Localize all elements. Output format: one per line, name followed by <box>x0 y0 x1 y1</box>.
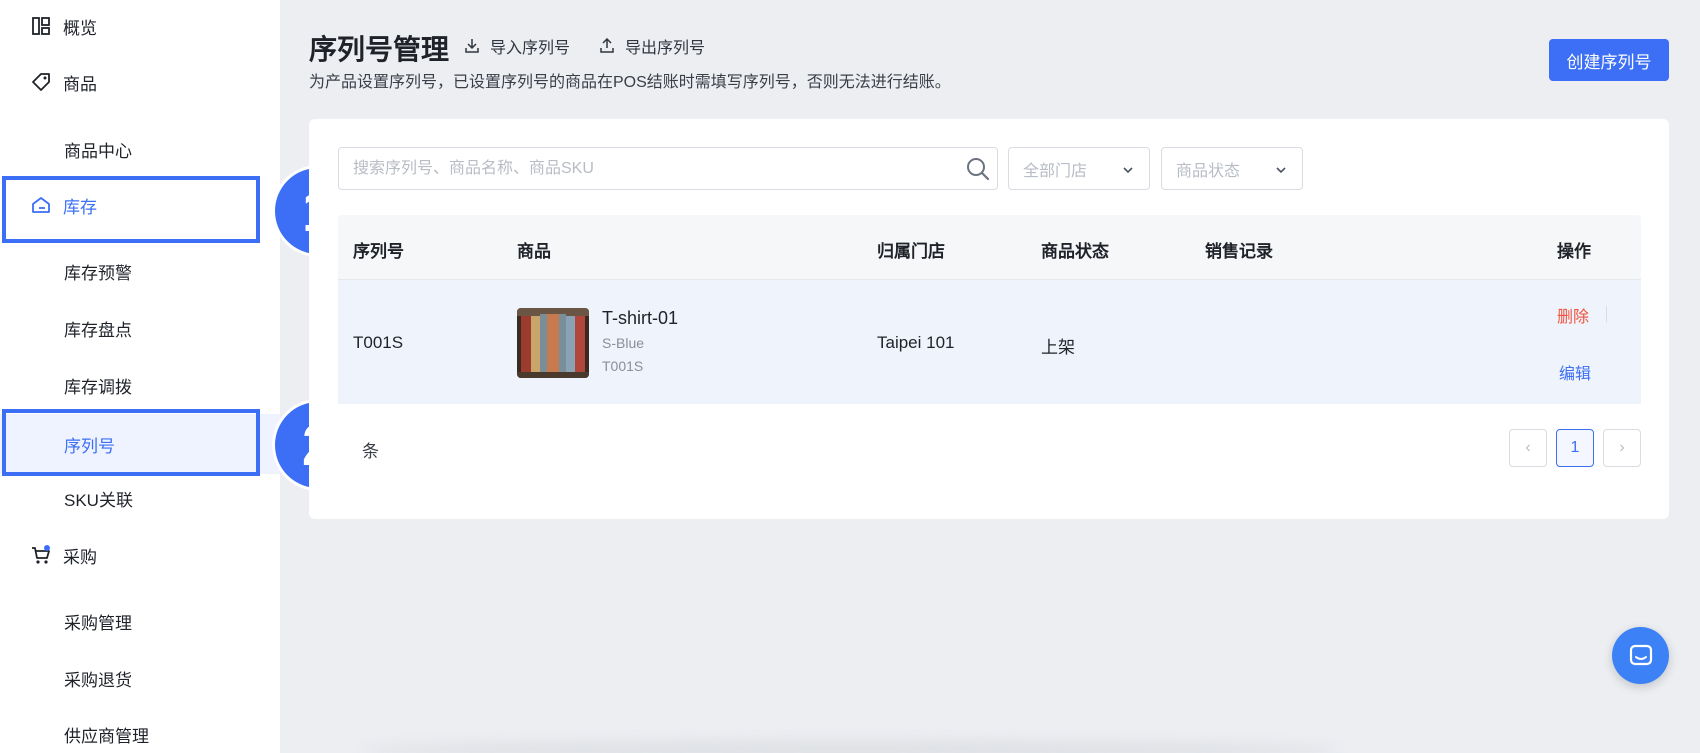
store-cell: Taipei 101 <box>877 333 955 352</box>
next-page-button[interactable]: › <box>1603 429 1641 467</box>
sidebar-item-label: 库存调拨 <box>64 377 132 397</box>
sidebar-item-purchase[interactable]: 采购 <box>0 535 280 575</box>
sidebar-item-label: 序列号 <box>64 436 115 456</box>
search-icon[interactable] <box>965 156 991 187</box>
action-divider <box>1606 306 1607 322</box>
product-sku: T001S <box>602 358 644 374</box>
product-thumbnail <box>517 308 589 378</box>
sidebar-item-label: 采购 <box>63 547 97 567</box>
export-label: 导出序列号 <box>625 40 706 57</box>
column-header-store: 归属门店 <box>877 242 945 261</box>
import-icon <box>465 39 479 53</box>
page-button-1[interactable]: 1 <box>1556 429 1594 467</box>
sidebar-item-purchase-management[interactable]: 采购管理 <box>0 601 280 641</box>
column-header-status: 商品状态 <box>1041 242 1109 261</box>
store-dropdown[interactable]: 全部门店 <box>1008 147 1150 190</box>
sidebar-item-label: SKU关联 <box>64 490 133 510</box>
delete-link[interactable]: 删除 <box>1557 303 1589 327</box>
column-header-sales-record: 销售记录 <box>1205 242 1273 261</box>
product-name[interactable]: T-shirt-01 <box>602 308 678 329</box>
search-box <box>338 147 998 190</box>
warehouse-icon <box>30 194 52 216</box>
sidebar-item-overview[interactable]: 概览 <box>0 6 280 46</box>
search-input[interactable] <box>339 148 939 189</box>
status-cell: 上架 <box>1041 338 1075 357</box>
sidebar-item-label: 商品 <box>63 74 97 94</box>
sidebar-item-label: 采购退货 <box>64 670 132 690</box>
sidebar-item-product-center[interactable]: 商品中心 <box>0 129 280 169</box>
sidebar-item-stock-alert[interactable]: 库存预警 <box>0 251 280 291</box>
status-dropdown-value: 商品状态 <box>1176 162 1241 180</box>
sidebar-item-label: 概览 <box>63 18 97 38</box>
create-serial-button[interactable]: 创建序列号 <box>1549 39 1669 81</box>
store-dropdown-value: 全部门店 <box>1023 162 1088 180</box>
serial-cell: T001S <box>353 333 404 352</box>
prev-page-button[interactable]: ‹ <box>1509 429 1547 467</box>
sidebar-item-transfer[interactable]: 库存调拨 <box>0 365 280 405</box>
chat-icon <box>1629 644 1652 665</box>
chat-button[interactable] <box>1612 627 1669 684</box>
export-button[interactable]: 导出序列号 <box>599 35 705 57</box>
sidebar-item-stocktake[interactable]: 库存盘点 <box>0 308 280 348</box>
chevron-down-icon <box>1123 167 1133 174</box>
sidebar-item-label: 库存预警 <box>64 263 132 283</box>
sidebar-item-purchase-return[interactable]: 采购退货 <box>0 658 280 698</box>
table-header: 序列号 商品 归属门店 商品状态 销售记录 操作 <box>338 215 1641 280</box>
column-header-product: 商品 <box>517 242 551 261</box>
sidebar-item-label: 库存 <box>63 197 97 217</box>
sidebar: 概览 商品 商品中心 库存 库存预警 库存盘点 库存调拨 序列号 SKU关联 采… <box>0 0 280 753</box>
dashboard-icon <box>30 15 52 37</box>
sidebar-item-label: 采购管理 <box>64 613 132 633</box>
status-dropdown[interactable]: 商品状态 <box>1161 147 1303 190</box>
page-title: 序列号管理 <box>309 34 450 65</box>
sidebar-item-inventory[interactable]: 库存 <box>0 185 280 225</box>
import-label: 导入序列号 <box>490 40 571 57</box>
sidebar-item-products[interactable]: 商品 <box>0 62 280 102</box>
product-variant: S-Blue <box>602 335 645 351</box>
sidebar-item-label: 商品中心 <box>64 141 132 161</box>
cart-icon <box>30 544 52 566</box>
export-icon <box>600 38 614 53</box>
edit-link[interactable]: 编辑 <box>1559 360 1591 384</box>
sidebar-item-label: 库存盘点 <box>64 320 132 340</box>
import-button[interactable]: 导入序列号 <box>464 35 570 57</box>
sidebar-item-supplier-management[interactable]: 供应商管理 <box>0 714 280 753</box>
sidebar-item-sku-link[interactable]: SKU关联 <box>0 478 280 518</box>
bottom-shadow <box>360 740 1340 753</box>
page-description: 为产品设置序列号，已设置序列号的商品在POS结账时需填写序列号，否则无法进行结账… <box>309 74 951 91</box>
sidebar-item-serial-number[interactable]: 序列号 <box>0 414 280 474</box>
sidebar-item-label: 供应商管理 <box>64 726 149 746</box>
tag-icon <box>30 71 52 93</box>
column-header-actions: 操作 <box>1557 242 1591 261</box>
total-count-text: 条 <box>362 442 379 461</box>
chevron-down-icon <box>1276 167 1286 174</box>
column-header-serial: 序列号 <box>353 242 404 261</box>
